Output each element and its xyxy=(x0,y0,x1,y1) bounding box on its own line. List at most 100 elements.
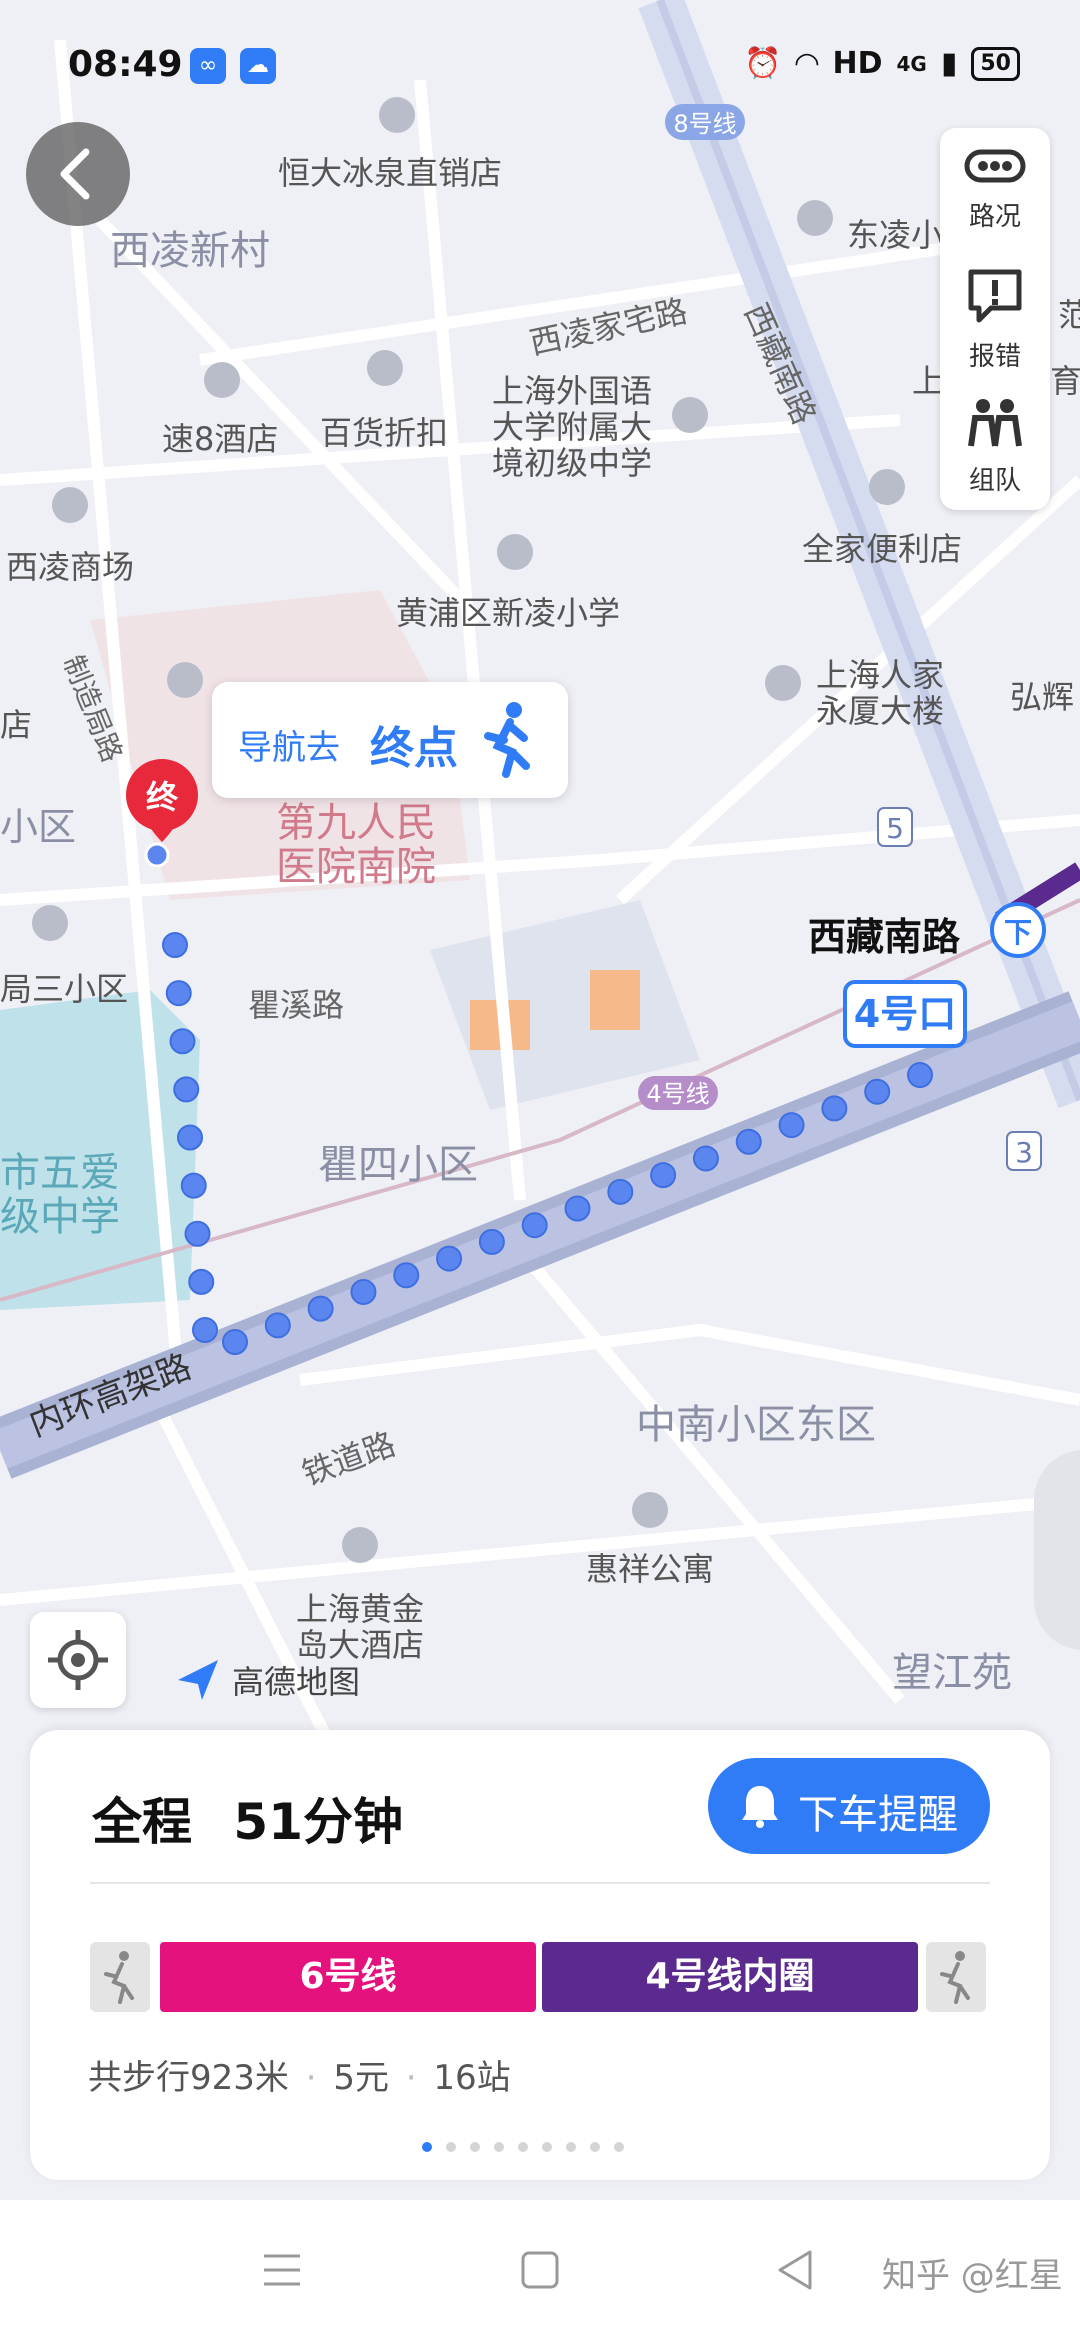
edge-handle[interactable] xyxy=(1034,1450,1080,1650)
map-label-baihuo[interactable]: 百货折扣 xyxy=(320,408,448,454)
route-dot xyxy=(177,1124,203,1151)
route-dot xyxy=(173,1076,200,1103)
fare: 5元 xyxy=(333,2058,389,2098)
svg-text:下: 下 xyxy=(1004,916,1032,949)
map-label-dongling[interactable]: 东凌小 xyxy=(847,210,943,256)
map-label-hospital-2[interactable]: 医院南院 xyxy=(276,834,436,892)
back-nav-icon[interactable] xyxy=(774,2248,814,2292)
map-label-quxi: 瞿溪路 xyxy=(248,986,345,1024)
page-dot[interactable] xyxy=(566,2142,576,2152)
page-dot[interactable] xyxy=(590,2142,600,2152)
route-dot xyxy=(907,1062,933,1088)
metro4-badge: 4号线 xyxy=(638,1076,718,1110)
card-divider xyxy=(90,1882,990,1884)
map-label-shop-left: 店 xyxy=(0,706,33,744)
map-label-su8[interactable]: 速8酒店 xyxy=(162,414,278,460)
route-dot xyxy=(307,1295,334,1322)
exit-5-badge: 5 xyxy=(877,807,913,847)
arrival-reminder-button[interactable]: 下车提醒 xyxy=(708,1758,990,1854)
arrival-reminder-label: 下车提醒 xyxy=(798,1792,958,1838)
page-dot[interactable] xyxy=(614,2142,624,2152)
map-label-huixiang[interactable]: 惠祥公寓 xyxy=(586,1544,714,1590)
navigate-to-end-popup[interactable]: 导航去 终点 xyxy=(212,682,568,798)
station-name[interactable]: 西藏南路 xyxy=(808,906,960,961)
walking-person-icon xyxy=(484,702,530,778)
navigate-target: 终点 xyxy=(370,723,458,774)
route-dot xyxy=(184,1220,211,1247)
route-dot xyxy=(650,1162,677,1189)
map-label-edge-fan: 范 xyxy=(1058,296,1080,334)
route-dot xyxy=(165,980,192,1007)
page-dot[interactable] xyxy=(494,2142,504,2152)
stop-count: 16站 xyxy=(433,2058,511,2098)
amap-brand: 高德地图 xyxy=(172,1654,360,1706)
map-tools-panel: 路况 报错 组队 xyxy=(940,128,1050,510)
map-label-wangjiang: 望江苑 xyxy=(892,1650,1012,1696)
page-indicator[interactable] xyxy=(422,2142,624,2152)
wifi-icon: ◠ xyxy=(795,46,819,81)
team-button[interactable]: 组队 xyxy=(940,396,1050,497)
map-label-qusi: 瞿四小区 xyxy=(318,1142,478,1188)
map-label-district-left: 小区 xyxy=(0,805,77,849)
route-dot xyxy=(169,1028,196,1055)
route-dot xyxy=(192,1317,218,1343)
locate-me-button[interactable] xyxy=(30,1612,126,1708)
route-card[interactable]: 全程 51分钟 下车提醒 6号线 4号线内圈 共步行923米 · 5元 · 16… xyxy=(30,1730,1050,2180)
system-nav-bar: 知乎 @红星 xyxy=(0,2200,1080,2340)
map-label-edge-yu: 育 xyxy=(1050,362,1080,400)
map-label-school-3: 境初级中学 xyxy=(492,444,653,482)
page-dot[interactable] xyxy=(446,2142,456,2152)
navigate-prefix: 导航去 xyxy=(238,728,340,768)
map-label-wuai-2: 级中学 xyxy=(0,1194,120,1240)
alarm-icon: ⏰ xyxy=(744,46,782,81)
walk-start-segment xyxy=(90,1942,150,2012)
map-label-familymart[interactable]: 全家便利店 xyxy=(802,524,962,570)
route-dot xyxy=(436,1245,463,1272)
route-dot xyxy=(222,1329,248,1355)
traffic-icon xyxy=(964,149,1026,183)
route-summary: 共步行923米 · 5元 · 16站 xyxy=(88,2058,511,2098)
back-button[interactable] xyxy=(26,122,130,226)
page-dot[interactable] xyxy=(470,2142,480,2152)
walk-icon xyxy=(104,1951,134,2004)
report-label: 报错 xyxy=(968,342,1021,372)
map-label-hengda[interactable]: 恒大冰泉直销店 xyxy=(278,148,502,194)
metro-station-icon[interactable]: 下 xyxy=(990,902,1046,958)
route-dot xyxy=(264,1312,291,1339)
line-6-label: 6号线 xyxy=(299,1956,397,1997)
traffic-button[interactable]: 路况 xyxy=(940,146,1050,233)
line-segment-4[interactable]: 4号线内圈 xyxy=(542,1942,918,2012)
exit-badge[interactable]: 4号口 xyxy=(843,980,967,1048)
map-label-hongtai[interactable]: 弘辉 xyxy=(1010,672,1074,718)
page-dot[interactable] xyxy=(518,2142,528,2152)
report-icon xyxy=(968,269,1022,323)
route-dot xyxy=(188,1268,215,1295)
home-icon[interactable] xyxy=(520,2250,560,2290)
end-marker-label: 终 xyxy=(146,778,179,816)
cloud-notification-icon: ☁ xyxy=(240,48,276,84)
status-time: 08:49 xyxy=(68,44,183,85)
watermark: 知乎 @红星 xyxy=(882,2256,1063,2296)
line-4-label: 4号线内圈 xyxy=(645,1956,815,1997)
walk-distance: 共步行923米 xyxy=(88,2058,289,2098)
total-label: 全程 xyxy=(92,1793,192,1851)
map-label-third-district: 局三小区 xyxy=(0,970,129,1008)
route-dot xyxy=(478,1228,505,1255)
amap-logo-icon xyxy=(178,1660,218,1700)
menu-icon[interactable] xyxy=(262,2252,302,2288)
line-segment-6[interactable]: 6号线 xyxy=(160,1942,536,2012)
map-label-huangpu-school[interactable]: 黄浦区新凌小学 xyxy=(396,588,620,634)
duration-value: 51分钟 xyxy=(233,1793,404,1851)
report-button[interactable]: 报错 xyxy=(940,268,1050,373)
team-icon xyxy=(968,399,1022,447)
exit-label: 4号口 xyxy=(854,992,956,1036)
route-dot xyxy=(735,1128,762,1155)
battery-indicator: 50 xyxy=(971,46,1020,81)
map-label-xiling-village: 西凌新村 xyxy=(110,228,270,274)
map-label-zhongnan: 中南小区东区 xyxy=(636,1402,876,1448)
page-dot[interactable] xyxy=(542,2142,552,2152)
map-label-xiling-mall[interactable]: 西凌商场 xyxy=(6,542,134,588)
traffic-label: 路况 xyxy=(968,202,1021,232)
page-dot[interactable] xyxy=(422,2142,432,2152)
map-label-renjia-2: 永厦大楼 xyxy=(816,692,945,730)
